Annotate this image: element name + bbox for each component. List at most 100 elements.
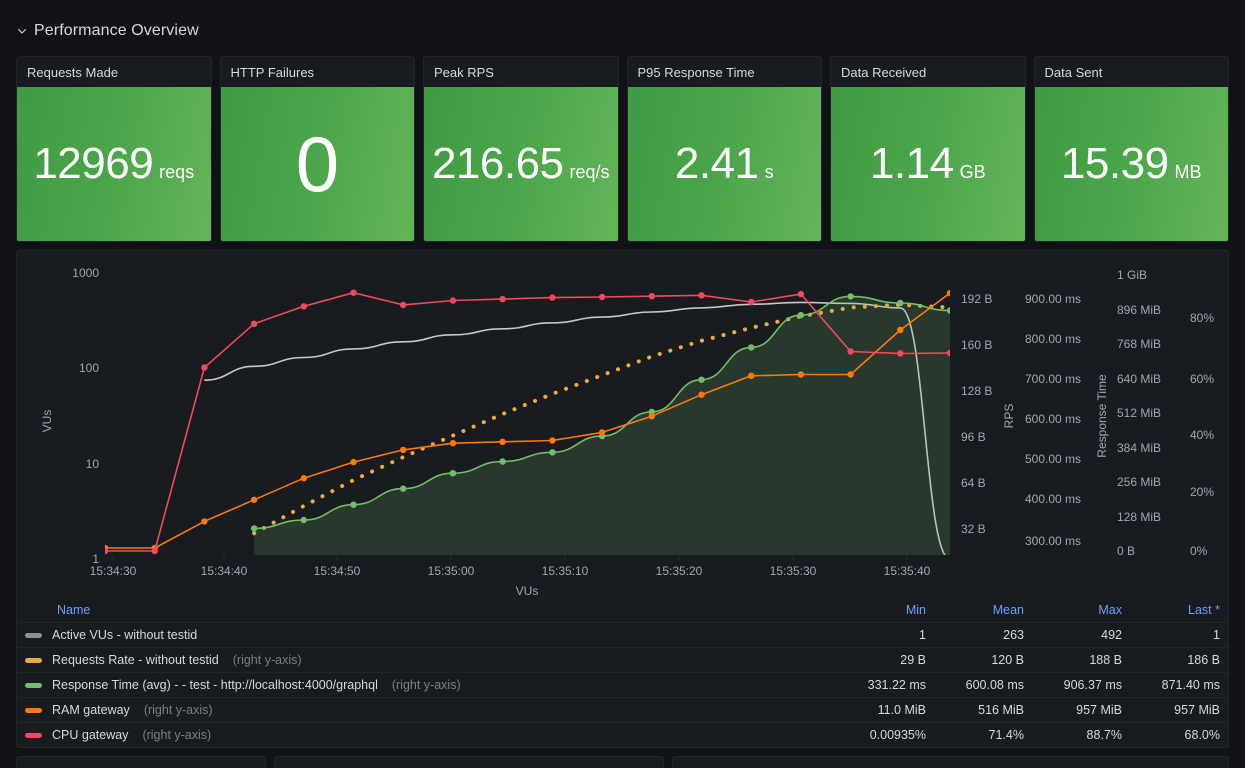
legend-col-max[interactable]: Max	[1032, 599, 1130, 623]
stat-value: 1.14	[869, 139, 954, 188]
legend-axis-note: (right y-axis)	[143, 703, 213, 717]
legend-col-name[interactable]: Name	[17, 599, 836, 623]
stat-value: 0	[295, 120, 339, 208]
stat-panel-body: 2.41 s	[627, 87, 821, 241]
svg-text:15:34:30: 15:34:30	[90, 564, 137, 578]
legend-min-cell: 11.0 MiB	[836, 697, 934, 723]
svg-text:192 B: 192 B	[961, 292, 992, 306]
svg-text:400.00 ms: 400.00 ms	[1025, 492, 1081, 506]
legend-color-swatch[interactable]	[25, 732, 42, 738]
stat-value: 15.39	[1060, 139, 1169, 188]
svg-text:256 MiB: 256 MiB	[1117, 475, 1161, 489]
stat-panel-body: 216.65 req/s	[424, 87, 618, 241]
svg-text:500.00 ms: 500.00 ms	[1025, 452, 1081, 466]
legend-max-cell: 906.37 ms	[1032, 672, 1130, 698]
stat-value: 2.41	[674, 139, 759, 188]
stat-panel-title: Requests Made	[17, 57, 211, 87]
svg-text:896 MiB: 896 MiB	[1117, 303, 1161, 317]
legend-name-wrap: Response Time (avg) - - test - http://lo…	[25, 678, 828, 692]
legend-max-cell: 492	[1032, 622, 1130, 648]
legend-mean-cell: 120 B	[934, 647, 1032, 673]
stat-panel-peak-rps[interactable]: Peak RPS 216.65 req/s	[423, 56, 619, 242]
stat-panel-p95-response-time[interactable]: P95 Response Time 2.41 s	[626, 56, 822, 242]
svg-text:900.00 ms: 900.00 ms	[1025, 292, 1081, 306]
stat-value-group: 12969 reqs	[33, 142, 194, 186]
legend-color-swatch[interactable]	[25, 707, 42, 713]
legend-row[interactable]: Response Time (avg) - - test - http://lo…	[17, 672, 1228, 698]
svg-text:800.00 ms: 800.00 ms	[1025, 332, 1081, 346]
stat-panel-http-failures[interactable]: HTTP Failures 0	[219, 56, 415, 242]
legend-color-swatch[interactable]	[25, 632, 42, 638]
legend-series-name: CPU gateway	[52, 728, 129, 742]
legend-axis-note: (right y-axis)	[232, 653, 302, 667]
svg-text:512 MiB: 512 MiB	[1117, 406, 1161, 420]
legend-table-container[interactable]: Name Min Mean Max Last * Active VUs - wi…	[17, 599, 1228, 747]
dashboard-root: Performance Overview Requests Made 12969 r…	[0, 0, 1245, 768]
graph-plot-area[interactable]: 1000 100 10 1 VUs 192 B 160 B 128 B 96 B 64 B 32 B…	[17, 251, 1228, 599]
legend-max-cell: 88.7%	[1032, 722, 1130, 747]
legend-row[interactable]: CPU gateway (right y-axis) 0.00935% 71.4% 88…	[17, 722, 1228, 747]
legend-name-wrap: Requests Rate - without testid (right y-a…	[25, 653, 828, 667]
stat-unit: req/s	[569, 162, 610, 182]
legend-max-cell: 957 MiB	[1032, 697, 1130, 723]
stat-unit: s	[764, 162, 774, 182]
stat-panel-data-sent[interactable]: Data Sent 15.39 MB	[1033, 56, 1229, 242]
legend-series-name: RAM gateway	[52, 703, 130, 717]
stat-unit: MB	[1174, 162, 1202, 182]
legend-color-swatch[interactable]	[25, 682, 42, 688]
stat-panel-title: HTTP Failures	[220, 57, 414, 87]
legend-series-name: Response Time (avg) - - test - http://lo…	[52, 678, 378, 692]
stat-panel-title: Data Sent	[1034, 57, 1228, 87]
legend-row[interactable]: RAM gateway (right y-axis) 11.0 MiB 516 MiB…	[17, 697, 1228, 723]
partial-panel-1	[16, 756, 266, 768]
legend-col-min[interactable]: Min	[836, 599, 934, 623]
svg-text:32 B: 32 B	[961, 522, 986, 536]
stat-panel-title: Data Received	[831, 57, 1025, 87]
stat-value-group: 15.39 MB	[1061, 142, 1202, 186]
stat-panel-body: 1.14 GB	[831, 87, 1025, 241]
stat-panel-data-received[interactable]: Data Received 1.14 GB	[830, 56, 1026, 242]
legend-name-cell[interactable]: Response Time (avg) - - test - http://lo…	[17, 672, 836, 698]
stat-value: 216.65	[431, 139, 564, 188]
legend-last-cell: 1	[1130, 622, 1228, 648]
legend-name-wrap: CPU gateway (right y-axis)	[25, 728, 828, 742]
legend-max-cell: 188 B	[1032, 647, 1130, 673]
stat-panels-row: Requests Made 12969 reqs HTTP Failures 0 Peak…	[16, 56, 1229, 242]
svg-text:1000: 1000	[72, 266, 99, 280]
svg-text:768 MiB: 768 MiB	[1117, 337, 1161, 351]
legend-color-swatch[interactable]	[25, 657, 42, 663]
svg-text:64 B: 64 B	[961, 476, 986, 490]
legend-col-mean[interactable]: Mean	[934, 599, 1032, 623]
legend-name-cell[interactable]: Active VUs - without testid	[17, 622, 836, 648]
chevron-down-icon	[17, 28, 27, 34]
legend-mean-cell: 600.08 ms	[934, 672, 1032, 698]
legend-name-cell[interactable]: CPU gateway (right y-axis)	[17, 722, 836, 747]
legend-row[interactable]: Active VUs - without testid 1 263 492 1	[17, 622, 1228, 648]
legend-name-cell[interactable]: RAM gateway (right y-axis)	[17, 697, 836, 723]
svg-text:15:35:40: 15:35:40	[884, 564, 931, 578]
legend-name-cell[interactable]: Requests Rate - without testid (right y-a…	[17, 647, 836, 673]
legend-mean-cell: 516 MiB	[934, 697, 1032, 723]
legend-last-cell: 871.40 ms	[1130, 672, 1228, 698]
legend-last-cell: 957 MiB	[1130, 697, 1228, 723]
legend-row[interactable]: Requests Rate - without testid (right y-a…	[17, 647, 1228, 673]
svg-text:160 B: 160 B	[961, 338, 992, 352]
svg-text:20%: 20%	[1190, 485, 1214, 499]
legend-name-wrap: RAM gateway (right y-axis)	[25, 703, 828, 717]
row-header-performance-overview[interactable]: Performance Overview	[16, 18, 199, 44]
svg-text:128 B: 128 B	[961, 384, 992, 398]
legend-table: Name Min Mean Max Last * Active VUs - wi…	[17, 599, 1228, 747]
legend-series-name: Requests Rate - without testid	[52, 653, 219, 667]
performance-graph-panel: 1000 100 10 1 VUs 192 B 160 B 128 B 96 B 64 B 32 B…	[16, 250, 1229, 748]
stat-panel-requests-made[interactable]: Requests Made 12969 reqs	[16, 56, 212, 242]
svg-text:0%: 0%	[1190, 544, 1208, 558]
legend-min-cell: 331.22 ms	[836, 672, 934, 698]
legend-min-cell: 1	[836, 622, 934, 648]
legend-col-last[interactable]: Last *	[1130, 599, 1228, 623]
svg-text:60%: 60%	[1190, 372, 1214, 386]
stat-panel-title: P95 Response Time	[627, 57, 821, 87]
svg-text:700.00 ms: 700.00 ms	[1025, 372, 1081, 386]
svg-text:15:34:40: 15:34:40	[201, 564, 248, 578]
legend-min-cell: 29 B	[836, 647, 934, 673]
svg-text:15:35:20: 15:35:20	[656, 564, 703, 578]
